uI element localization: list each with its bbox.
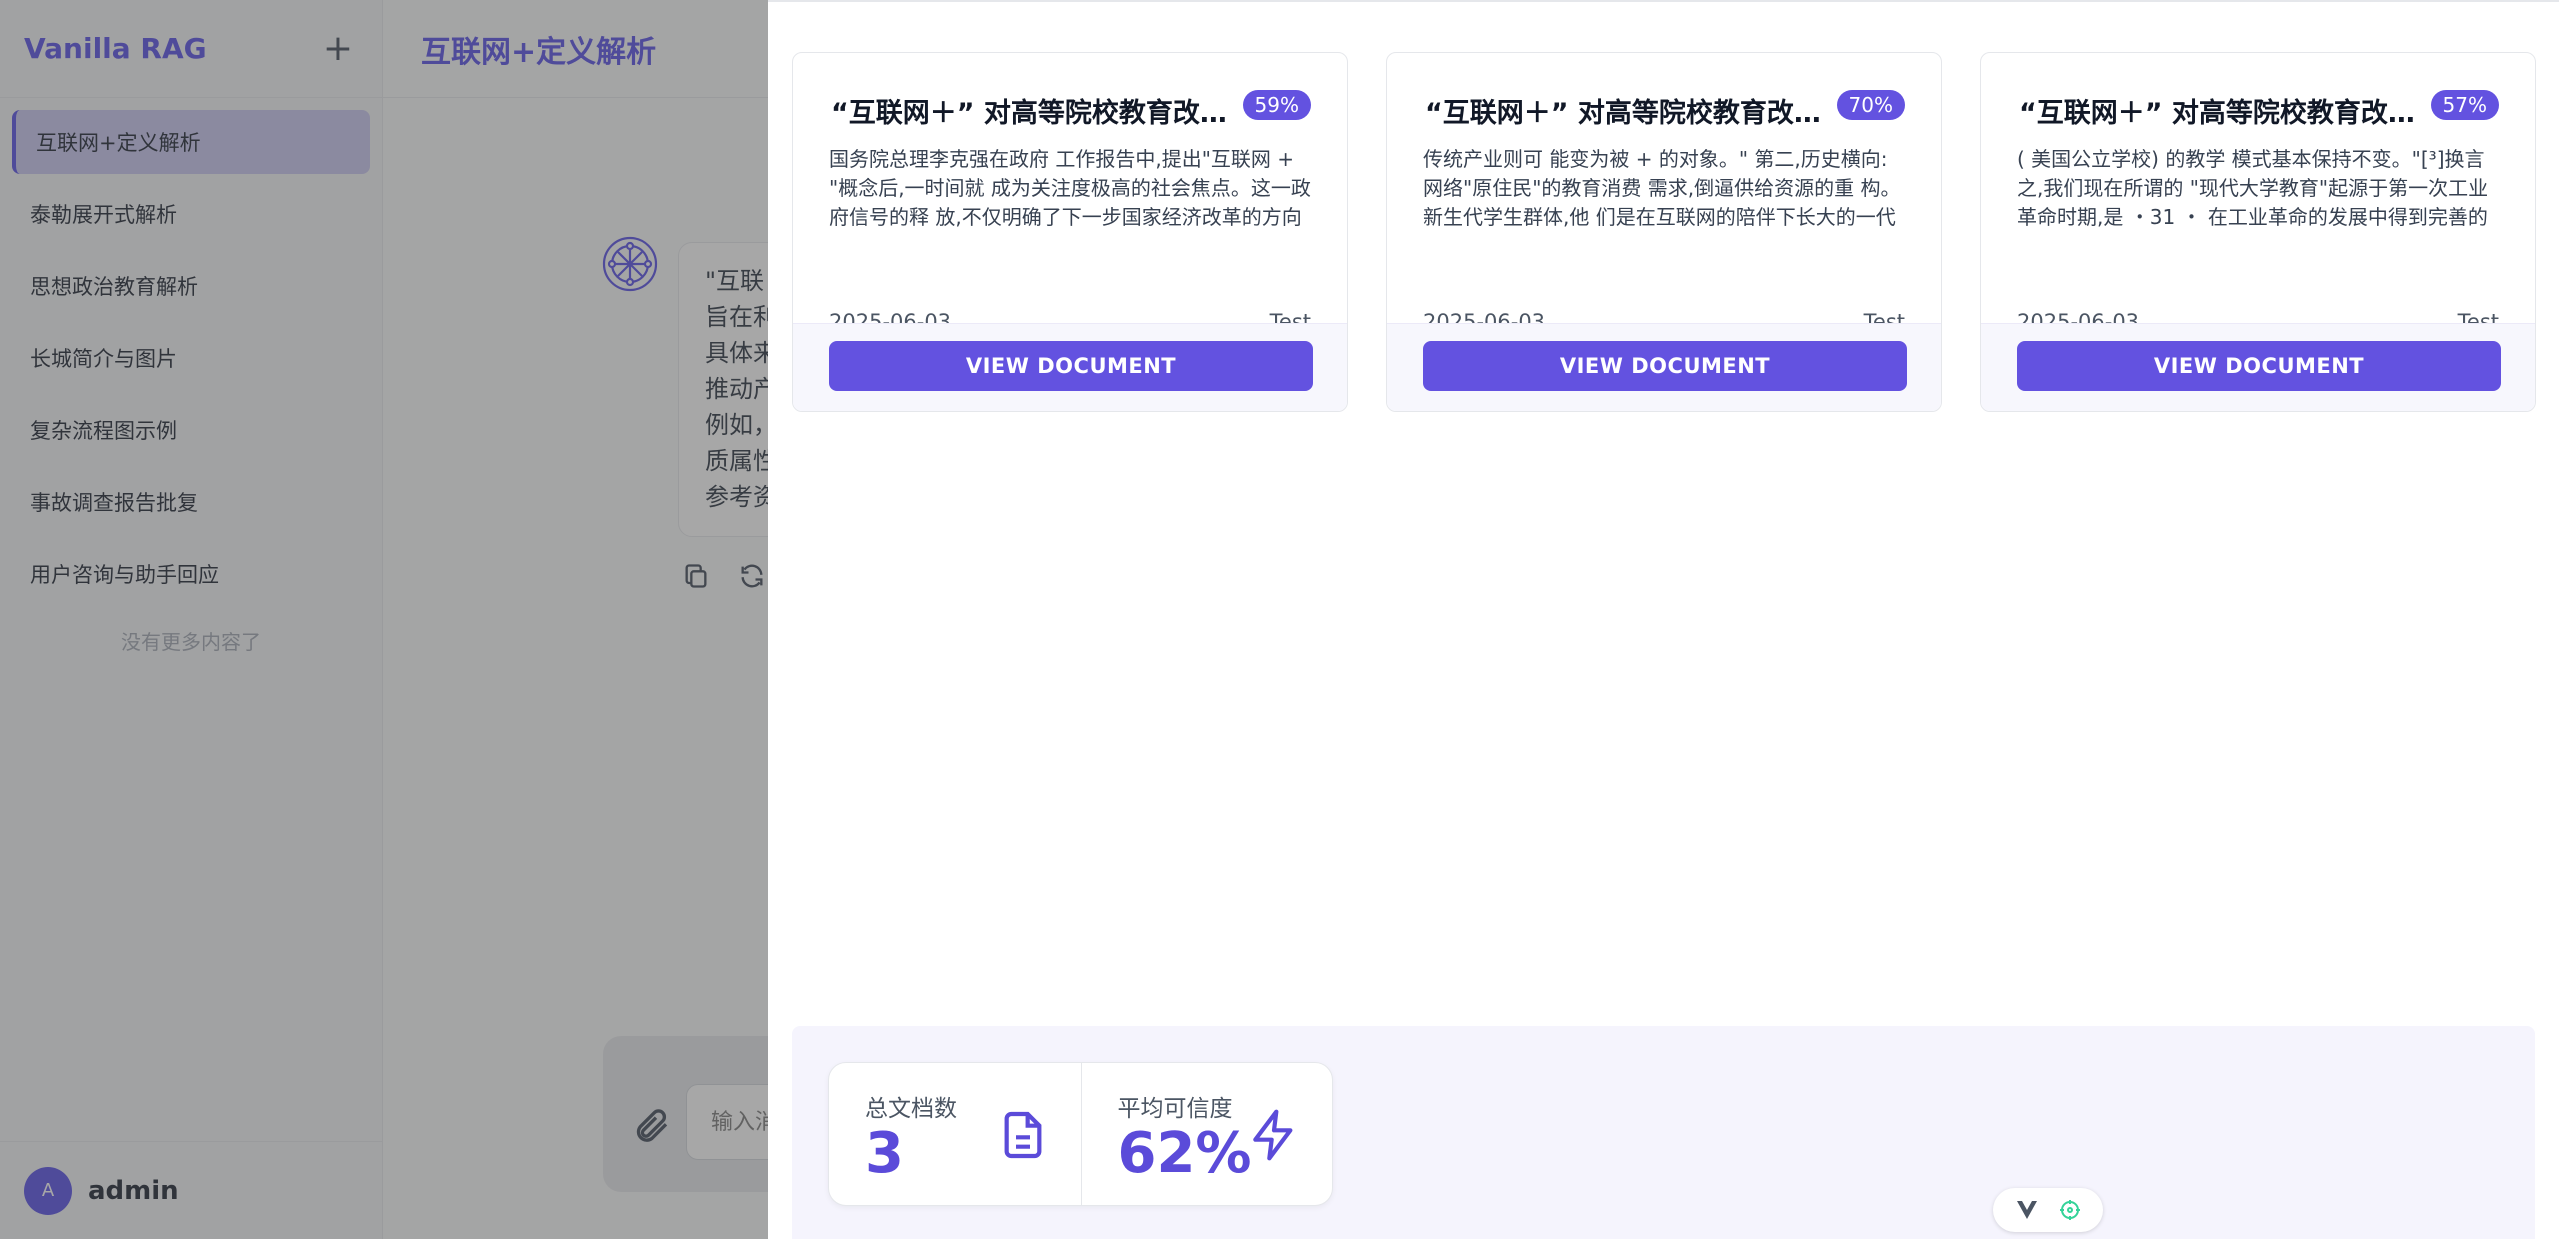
document-snippet: 传统产业则可 能变为被 + 的对象。" 第二,历史横向: 网络"原住民"的教育消… (1423, 147, 1901, 229)
relevance-badge: 59% (1242, 90, 1311, 120)
document-card-list: “互联网＋” 对高等院校教育改革的影响 59% 国务院总理李克强在政府 工作报告… (792, 52, 2536, 412)
modal-backdrop[interactable] (0, 0, 768, 1239)
retrieved-documents-drawer: “互联网＋” 对高等院校教育改革的影响 59% 国务院总理李克强在政府 工作报告… (768, 0, 2559, 1239)
relevance-badge: 70% (1836, 90, 1905, 120)
document-card: “互联网＋” 对高等院校教育改革的影响 59% 国务院总理李克强在政府 工作报告… (792, 52, 1348, 412)
relevance-badge: 57% (2430, 90, 2499, 120)
stat-value: 62% (1117, 1121, 1252, 1186)
document-icon (1004, 1111, 1041, 1159)
document-snippet: 国务院总理李克强在政府 工作报告中,提出"互联网 + "概念后,一时间就 成为关… (829, 147, 1311, 229)
view-document-button[interactable]: VIEW DOCUMENT (829, 341, 1313, 391)
document-title: “互联网＋” 对高等院校教育改革的影响 (1425, 98, 1830, 129)
total-docs-stat: 总文档数 3 (829, 1063, 1081, 1205)
stats-card: 总文档数 3 平均可信度 62% (828, 1062, 1333, 1206)
stat-label: 平均可信度 (1117, 1096, 1233, 1122)
target-icon (2059, 1200, 2080, 1220)
document-snippet: ( 美国公立学校) 的教学 模式基本保持不变。"[³]换言之,我们现在所谓的 "… (2017, 147, 2489, 229)
lightning-icon (1253, 1109, 1293, 1161)
stat-value: 3 (865, 1121, 904, 1186)
document-title: “互联网＋” 对高等院校教育改革的影响 (831, 98, 1236, 129)
avg-confidence-stat: 平均可信度 62% (1080, 1063, 1333, 1205)
view-document-button[interactable]: VIEW DOCUMENT (1423, 341, 1907, 391)
document-card: “互联网＋” 对高等院校教育改革的影响 57% ( 美国公立学校) 的教学 模式… (1980, 52, 2536, 412)
vue-logo-icon (2016, 1201, 2037, 1219)
stat-label: 总文档数 (865, 1096, 957, 1122)
document-card: “互联网＋” 对高等院校教育改革的影响 70% 传统产业则可 能变为被 + 的对… (1386, 52, 1942, 412)
devtools-toggle[interactable] (1993, 1188, 2103, 1232)
view-document-button[interactable]: VIEW DOCUMENT (2017, 341, 2501, 391)
stats-panel: 总文档数 3 平均可信度 62% (792, 1026, 2535, 1239)
document-title: “互联网＋” 对高等院校教育改革的影响 (2019, 98, 2424, 129)
